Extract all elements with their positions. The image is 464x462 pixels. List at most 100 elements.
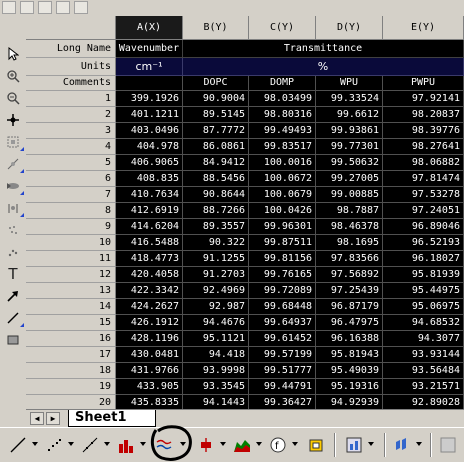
- cell-e[interactable]: 97.53278: [383, 187, 464, 203]
- units-a[interactable]: cm⁻¹: [116, 58, 183, 76]
- row-number[interactable]: 19: [26, 379, 116, 395]
- tab-scroll-left-icon[interactable]: ◀: [30, 412, 44, 425]
- draw-data-icon[interactable]: [2, 242, 24, 262]
- cell-e[interactable]: 94.3077: [383, 331, 464, 347]
- cell-a[interactable]: 404.978: [116, 139, 183, 155]
- toolbar-button-icon[interactable]: [74, 1, 88, 14]
- data-reader-icon[interactable]: [2, 176, 24, 196]
- cell-b[interactable]: 88.7266: [183, 203, 249, 219]
- cell-e[interactable]: 94.68532: [383, 315, 464, 331]
- row-number[interactable]: 20: [26, 395, 116, 409]
- cell-b[interactable]: 86.0861: [183, 139, 249, 155]
- cell-a[interactable]: 428.1196: [116, 331, 183, 347]
- cell-b[interactable]: 90.9004: [183, 91, 249, 107]
- cell-d[interactable]: 99.27005: [316, 171, 383, 187]
- cell-a[interactable]: 420.4058: [116, 267, 183, 283]
- row-label-long-name[interactable]: Long Name: [26, 40, 116, 58]
- cell-e[interactable]: 97.92141: [383, 91, 464, 107]
- cell-a[interactable]: 406.9065: [116, 155, 183, 171]
- cell-e[interactable]: 97.24051: [383, 203, 464, 219]
- cell-c[interactable]: 99.36427: [249, 395, 316, 409]
- cell-a[interactable]: 416.5488: [116, 235, 183, 251]
- line-tool-icon[interactable]: [2, 308, 24, 328]
- cell-a[interactable]: 414.6204: [116, 219, 183, 235]
- cell-c[interactable]: 99.83517: [249, 139, 316, 155]
- chevron-down-icon[interactable]: [292, 442, 298, 446]
- row-number[interactable]: 9: [26, 219, 116, 235]
- row-number[interactable]: 6: [26, 171, 116, 187]
- cell-c[interactable]: 98.80316: [249, 107, 316, 123]
- cell-c[interactable]: 99.44791: [249, 379, 316, 395]
- worksheet-grid[interactable]: A(X) B(Y) C(Y) D(Y) E(Y) Long Name Waven…: [26, 16, 464, 409]
- cell-e[interactable]: 95.06975: [383, 299, 464, 315]
- chevron-down-icon[interactable]: [68, 442, 74, 446]
- crosshair-icon[interactable]: [2, 110, 24, 130]
- column-chart-icon[interactable]: [116, 435, 136, 455]
- cell-a[interactable]: 412.6919: [116, 203, 183, 219]
- cell-c[interactable]: 100.0672: [249, 171, 316, 187]
- cell-c[interactable]: 99.76165: [249, 267, 316, 283]
- cell-b[interactable]: 92.4969: [183, 283, 249, 299]
- error-bar-icon[interactable]: [196, 435, 216, 455]
- cell-b[interactable]: 92.987: [183, 299, 249, 315]
- cell-d[interactable]: 96.87179: [316, 299, 383, 315]
- long-name-transmittance[interactable]: Transmittance: [183, 40, 464, 58]
- screen-reader-icon[interactable]: [2, 154, 24, 174]
- row-number[interactable]: 16: [26, 331, 116, 347]
- cell-a[interactable]: 422.3342: [116, 283, 183, 299]
- row-number[interactable]: 17: [26, 347, 116, 363]
- cell-d[interactable]: 99.33524: [316, 91, 383, 107]
- cell-d[interactable]: 99.6612: [316, 107, 383, 123]
- cell-b[interactable]: 91.2703: [183, 267, 249, 283]
- row-number[interactable]: 12: [26, 267, 116, 283]
- cell-d[interactable]: 96.16388: [316, 331, 383, 347]
- comment-d[interactable]: WPU: [316, 76, 383, 91]
- cell-a[interactable]: 408.835: [116, 171, 183, 187]
- template-icon[interactable]: [306, 435, 326, 455]
- row-number[interactable]: 10: [26, 235, 116, 251]
- sheet-tab-sheet1[interactable]: Sheet1: [68, 410, 156, 427]
- cell-b[interactable]: 93.3545: [183, 379, 249, 395]
- cell-b[interactable]: 84.9412: [183, 155, 249, 171]
- row-label-units[interactable]: Units: [26, 58, 116, 76]
- cell-c[interactable]: 99.68448: [249, 299, 316, 315]
- cell-c[interactable]: 99.72089: [249, 283, 316, 299]
- cell-a[interactable]: 430.0481: [116, 347, 183, 363]
- cell-a[interactable]: 401.1211: [116, 107, 183, 123]
- cell-e[interactable]: 96.18027: [383, 251, 464, 267]
- row-number[interactable]: 4: [26, 139, 116, 155]
- cell-c[interactable]: 100.0679: [249, 187, 316, 203]
- corner-cell[interactable]: [26, 16, 116, 40]
- row-number[interactable]: 8: [26, 203, 116, 219]
- cell-c[interactable]: 99.51777: [249, 363, 316, 379]
- cell-a[interactable]: 431.9766: [116, 363, 183, 379]
- row-number[interactable]: 15: [26, 315, 116, 331]
- cell-e[interactable]: 98.39776: [383, 123, 464, 139]
- toolbar-button-icon[interactable]: [38, 1, 52, 14]
- function-plot-icon[interactable]: f: [268, 435, 288, 455]
- column-header-e[interactable]: E(Y): [383, 16, 464, 40]
- mask-icon[interactable]: [2, 220, 24, 240]
- cell-e[interactable]: 95.44975: [383, 283, 464, 299]
- row-number[interactable]: 18: [26, 363, 116, 379]
- cell-e[interactable]: 98.27641: [383, 139, 464, 155]
- rectangle-tool-icon[interactable]: [2, 330, 24, 350]
- cell-d[interactable]: 99.93861: [316, 123, 383, 139]
- cell-b[interactable]: 89.5145: [183, 107, 249, 123]
- comment-a[interactable]: [116, 76, 183, 91]
- 3d-bars-icon[interactable]: [392, 435, 412, 455]
- column-header-b[interactable]: B(Y): [183, 16, 249, 40]
- cell-e[interactable]: 96.89046: [383, 219, 464, 235]
- long-name-a[interactable]: Wavenumber: [116, 40, 183, 58]
- row-number[interactable]: 2: [26, 107, 116, 123]
- cell-e[interactable]: 98.20837: [383, 107, 464, 123]
- cell-a[interactable]: 410.7634: [116, 187, 183, 203]
- comment-b[interactable]: DOPC: [183, 76, 249, 91]
- cell-b[interactable]: 94.4676: [183, 315, 249, 331]
- cell-e[interactable]: 92.89028: [383, 395, 464, 409]
- cell-e[interactable]: 98.06882: [383, 155, 464, 171]
- cell-d[interactable]: 97.56892: [316, 267, 383, 283]
- cell-d[interactable]: 97.25439: [316, 283, 383, 299]
- cell-b[interactable]: 94.1443: [183, 395, 249, 409]
- cell-b[interactable]: 87.7772: [183, 123, 249, 139]
